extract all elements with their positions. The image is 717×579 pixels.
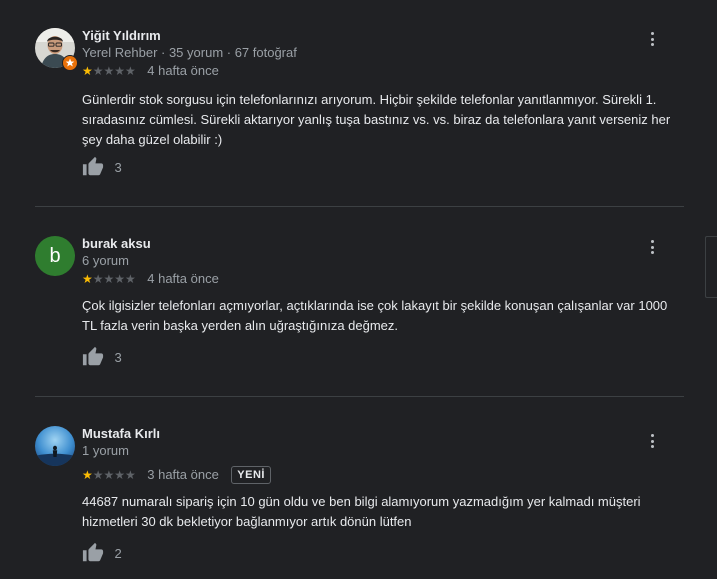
like-count: 2 <box>114 545 122 561</box>
reviews-panel: Yiğit Yıldırım Yerel Rehber · 35 yorum ·… <box>0 0 717 579</box>
review-text: Çok ilgisizler telefonları açmıyorlar, a… <box>82 298 668 333</box>
star-rating: ★★★★★ <box>82 271 136 286</box>
review-date: 3 hafta önce <box>147 467 219 482</box>
thumb-up-icon[interactable] <box>82 542 104 564</box>
author-meta: 6 yorum <box>82 253 129 268</box>
rating-row: ★★★★★ 4 hafta önce <box>82 270 219 286</box>
star-rating: ★★★★★ <box>82 63 136 78</box>
review-text: Günlerdir stok sorgusu için telefonların… <box>82 92 671 147</box>
like-count: 3 <box>114 349 122 365</box>
author-name[interactable]: Yiğit Yıldırım <box>82 28 161 43</box>
more-vert-icon[interactable] <box>646 32 658 52</box>
avatar[interactable]: b <box>35 236 75 276</box>
scroll-handle[interactable] <box>705 236 717 298</box>
author-meta: Yerel Rehber · 35 yorum · 67 fotoğraf <box>82 45 297 60</box>
like-row: 3 <box>82 346 122 368</box>
avatar-photo <box>35 426 75 466</box>
rating-row: ★★★★★ 3 hafta önce YENİ <box>82 466 271 484</box>
local-guide-badge-icon <box>62 55 78 71</box>
review-text: 44687 numaralı sipariş için 10 gün oldu … <box>82 494 641 529</box>
review-card: b burak aksu 6 yorum ★★★★★ 4 hafta önce … <box>35 236 684 376</box>
review-date: 4 hafta önce <box>147 62 219 78</box>
like-count: 3 <box>114 159 122 175</box>
like-row: 2 <box>82 542 122 564</box>
author-name[interactable]: Mustafa Kırlı <box>82 426 160 441</box>
rating-row: ★★★★★ 4 hafta önce <box>82 62 219 78</box>
author-name[interactable]: burak aksu <box>82 236 151 251</box>
review-card: Yiğit Yıldırım Yerel Rehber · 35 yorum ·… <box>35 28 684 188</box>
more-vert-icon[interactable] <box>646 240 658 260</box>
thumb-up-icon[interactable] <box>82 346 104 368</box>
review-date: 4 hafta önce <box>147 270 219 286</box>
more-vert-icon[interactable] <box>646 434 658 454</box>
author-meta: 1 yorum <box>82 443 129 458</box>
avatar[interactable] <box>35 426 75 466</box>
thumb-up-icon[interactable] <box>82 156 104 178</box>
new-badge: YENİ <box>231 466 271 484</box>
review-card: Mustafa Kırlı 1 yorum ★★★★★ 3 hafta önce… <box>35 426 684 576</box>
like-row: 3 <box>82 156 122 178</box>
divider <box>35 396 684 397</box>
divider <box>35 206 684 207</box>
star-rating: ★★★★★ <box>82 468 136 482</box>
